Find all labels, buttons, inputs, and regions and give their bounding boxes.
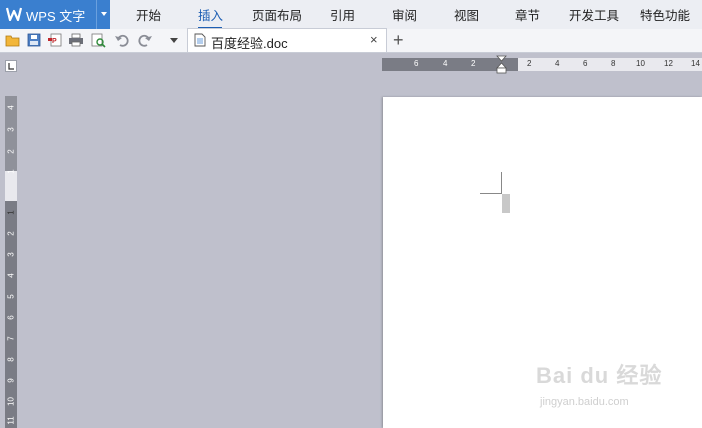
ruler-label: 2	[527, 59, 532, 68]
ruler-label: 8	[611, 59, 616, 68]
new-tab-button[interactable]: +	[393, 30, 404, 51]
undo-icon[interactable]	[114, 32, 130, 48]
ruler-label: 7	[6, 336, 16, 341]
tab-stop-selector[interactable]	[5, 60, 17, 72]
margin-corner-mark	[480, 193, 502, 194]
document-icon	[194, 33, 206, 47]
ruler-label: 6	[6, 315, 16, 320]
tab-chapter[interactable]: 章节	[515, 0, 540, 29]
save-icon[interactable]	[26, 32, 42, 48]
ruler-label: 6	[414, 59, 419, 68]
ruler-label: 12	[664, 59, 673, 68]
ruler-label: 4	[6, 273, 16, 278]
tab-references[interactable]: 引用	[330, 0, 355, 29]
baidu-watermark: Bai du 经验	[536, 358, 662, 390]
tab-page-layout[interactable]: 页面布局	[252, 0, 302, 29]
ruler-label: 4	[555, 59, 560, 68]
left-tab-icon	[8, 63, 14, 70]
ruler-label: 2	[471, 59, 476, 68]
tab-special-features[interactable]: 特色功能	[640, 0, 690, 29]
watermark-text: Bai du 经验	[536, 363, 663, 388]
horizontal-ruler-text-area	[518, 58, 702, 71]
indent-marker-icon[interactable]	[496, 55, 507, 75]
ruler-label: 11	[6, 416, 16, 425]
ruler-label: 4	[6, 105, 16, 110]
wps-logo-icon	[6, 7, 22, 21]
ruler-label: 10	[636, 59, 645, 68]
open-folder-icon[interactable]	[5, 32, 21, 48]
ruler-label: 6	[583, 59, 588, 68]
ruler-label: 3	[6, 127, 16, 132]
print-preview-icon[interactable]	[90, 32, 106, 48]
text-cursor	[502, 194, 510, 213]
tab-home[interactable]: 开始	[136, 0, 161, 29]
ruler-label: 2	[6, 149, 16, 154]
ruler-label: 3	[6, 252, 16, 257]
document-tab[interactable]: 百度经验.doc ×	[187, 28, 387, 52]
app-dropdown-button[interactable]	[96, 0, 111, 29]
ruler-label: 9	[6, 378, 16, 383]
watermark-url: jingyan.baidu.com	[540, 396, 629, 408]
ruler-label: 4	[443, 59, 448, 68]
svg-text:P: P	[52, 38, 57, 45]
document-tab-label: 百度经验.doc	[211, 36, 288, 51]
tab-view[interactable]: 视图	[454, 0, 479, 29]
close-tab-icon[interactable]: ×	[370, 32, 378, 47]
tab-developer-tools[interactable]: 开发工具	[569, 0, 619, 29]
margin-corner-mark	[501, 172, 502, 194]
chevron-down-icon	[101, 12, 107, 16]
ruler-label: 1	[6, 210, 16, 215]
ruler-label: 2	[6, 231, 16, 236]
redo-icon[interactable]	[137, 32, 153, 48]
ruler-label: 1	[6, 169, 16, 174]
ruler-label: 5	[6, 294, 16, 299]
app-title: WPS 文字	[26, 9, 86, 24]
tab-insert[interactable]: 插入	[198, 0, 223, 29]
ruler-label: 10	[6, 397, 16, 406]
dropdown-icon[interactable]	[166, 32, 182, 48]
tab-review[interactable]: 审阅	[392, 0, 417, 29]
print-icon[interactable]	[68, 32, 84, 48]
ruler-label: 14	[691, 59, 700, 68]
pdf-export-icon[interactable]: P	[47, 32, 63, 48]
ruler-label: 8	[6, 357, 16, 362]
app-menu-button[interactable]: WPS 文字	[0, 0, 110, 29]
